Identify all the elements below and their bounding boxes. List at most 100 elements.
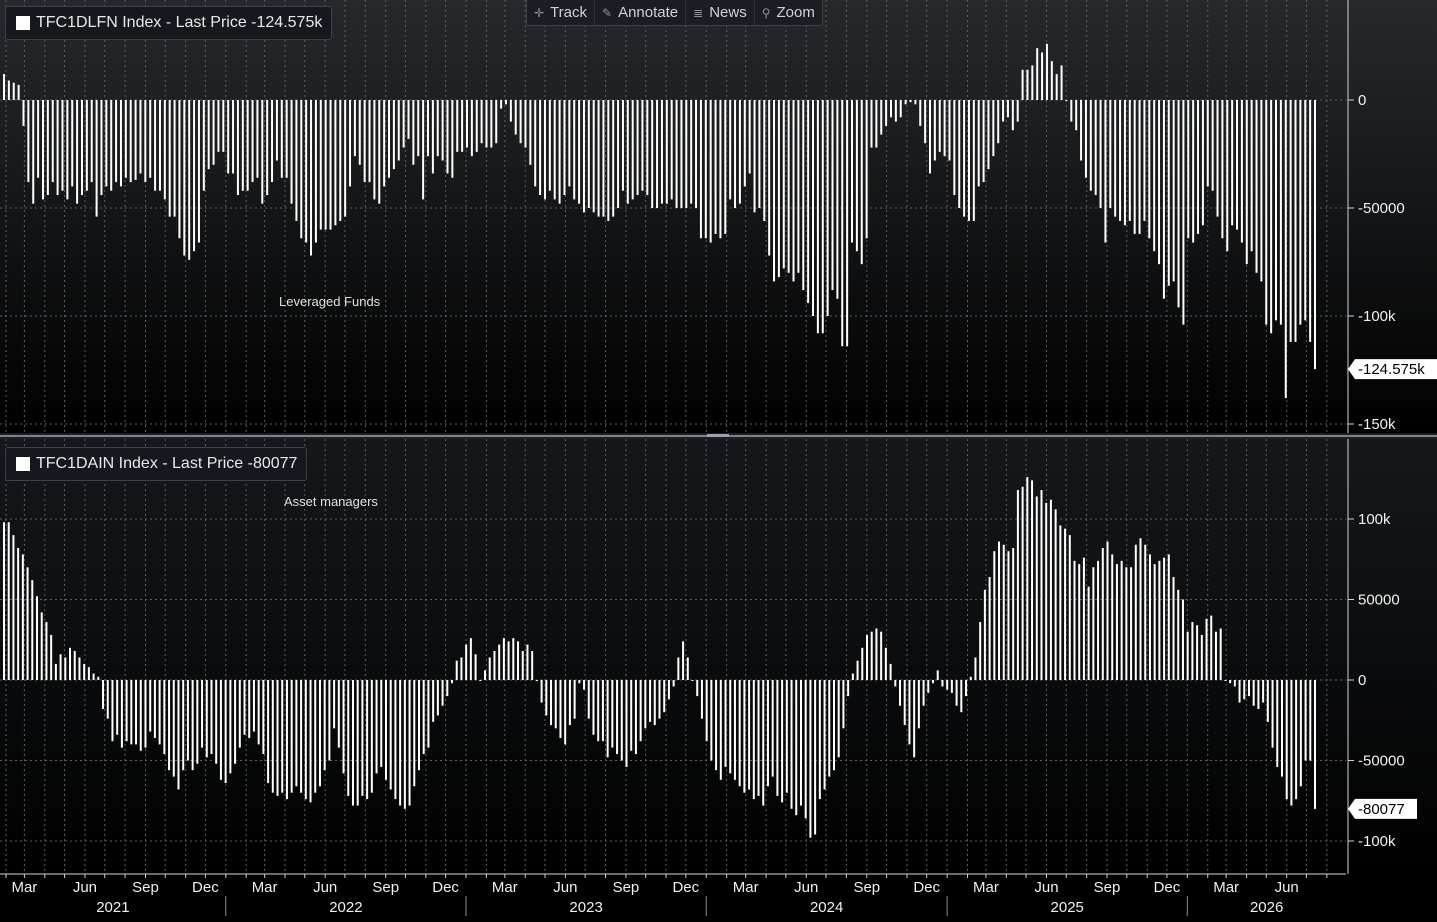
top-bar [61, 100, 64, 191]
bottom-legend-swatch [16, 457, 30, 471]
x-year-label: 2021 [96, 899, 129, 916]
bottom-bar [988, 576, 991, 680]
bottom-bar [1106, 541, 1109, 680]
news-button[interactable]: ≣ News [686, 0, 755, 25]
bottom-bar [875, 628, 878, 680]
top-bar [1080, 100, 1083, 161]
x-month-label: Jun [794, 879, 818, 896]
top-bar [1075, 100, 1078, 131]
bottom-bar [290, 680, 293, 793]
bottom-bar [1295, 680, 1298, 800]
bottom-bar [474, 654, 477, 680]
magnifier-icon: ⚲ [761, 5, 771, 20]
top-bar [271, 100, 274, 183]
top-bar [1177, 100, 1180, 308]
top-bar [543, 100, 546, 200]
top-bar [831, 100, 834, 291]
bottom-bar [649, 680, 652, 722]
top-bar [948, 100, 951, 161]
bottom-bar [234, 680, 237, 764]
bottom-bar [361, 680, 364, 796]
bottom-bar [1035, 496, 1038, 680]
bottom-bar [1219, 628, 1222, 680]
top-bar [802, 100, 805, 291]
bottom-bar [1054, 509, 1057, 680]
bottom-bar [733, 680, 736, 780]
top-bar [743, 100, 746, 187]
bottom-bar [998, 541, 1001, 680]
bottom-bar [1026, 477, 1029, 680]
top-bar [7, 80, 10, 100]
bottom-bar [531, 651, 534, 680]
top-bar [787, 100, 790, 273]
bottom-bar [507, 641, 510, 680]
top-bar [568, 100, 571, 187]
bottom-bar [611, 680, 614, 748]
top-bar [631, 100, 634, 200]
bottom-legend[interactable]: TFC1DAIN Index - Last Price -80077 [5, 447, 308, 481]
bottom-bar [366, 680, 369, 800]
bottom-bar [1191, 622, 1194, 680]
bottom-bar [318, 680, 321, 787]
bottom-bar [785, 680, 788, 793]
top-bar [1304, 100, 1307, 321]
bottom-bar [97, 676, 100, 680]
bottom-bar [1205, 618, 1208, 680]
top-bar [490, 100, 493, 148]
top-bar [188, 100, 191, 260]
top-bar [982, 100, 985, 183]
bottom-bar [960, 680, 963, 713]
bottom-bar [92, 673, 95, 680]
top-bar [1206, 100, 1209, 187]
top-bar [124, 100, 127, 178]
zoom-button[interactable]: ⚲ Zoom [755, 0, 822, 25]
top-bar [402, 100, 405, 148]
top-bar [329, 100, 332, 230]
top-bar [134, 100, 137, 180]
annotate-button[interactable]: ✎ Annotate [595, 0, 687, 25]
bottom-bar [550, 680, 553, 726]
bottom-bar [677, 657, 680, 680]
top-bar [1275, 100, 1278, 321]
bottom-bar [125, 680, 128, 742]
bottom-bar [625, 680, 628, 767]
bottom-bar [597, 680, 600, 742]
track-label: Track [550, 4, 588, 21]
top-y-tick-label: -150k [1358, 416, 1396, 433]
bottom-bar [78, 657, 81, 680]
bottom-bar [1200, 634, 1203, 680]
x-year-label: 2024 [810, 899, 843, 916]
top-bar [32, 100, 35, 204]
x-month-label: Sep [372, 879, 399, 896]
track-button[interactable]: ✛ Track [527, 0, 596, 25]
bottom-bar [837, 680, 840, 758]
bottom-bar [370, 680, 373, 793]
x-year-label: 2026 [1250, 899, 1283, 916]
bottom-bar [630, 680, 633, 751]
top-bar [285, 100, 288, 178]
bottom-bar [1158, 560, 1161, 680]
top-bar [885, 100, 888, 126]
top-bar [709, 100, 712, 243]
x-year-label: 2022 [329, 899, 362, 916]
top-bar [621, 100, 624, 191]
x-month-label: Mar [733, 879, 759, 896]
bottom-bar [790, 680, 793, 809]
bottom-bar [583, 680, 586, 690]
divider-handle[interactable] [707, 434, 729, 437]
bottom-bar [1073, 560, 1076, 680]
top-bar [183, 100, 186, 256]
top-bar [470, 100, 473, 157]
bottom-bar [50, 634, 53, 680]
leveraged-funds-label: Leveraged Funds [279, 294, 381, 309]
top-bar [368, 100, 371, 183]
x-month-label: Mar [252, 879, 278, 896]
top-legend[interactable]: TFC1DLFN Index - Last Price -124.575k [5, 6, 333, 40]
bottom-bar [969, 676, 972, 680]
bottom-bar [917, 680, 920, 729]
top-bar [812, 100, 815, 316]
top-bar [797, 100, 800, 273]
bottom-bar [163, 680, 166, 755]
x-month-label: Dec [1154, 879, 1181, 896]
bottom-bar [469, 638, 472, 680]
